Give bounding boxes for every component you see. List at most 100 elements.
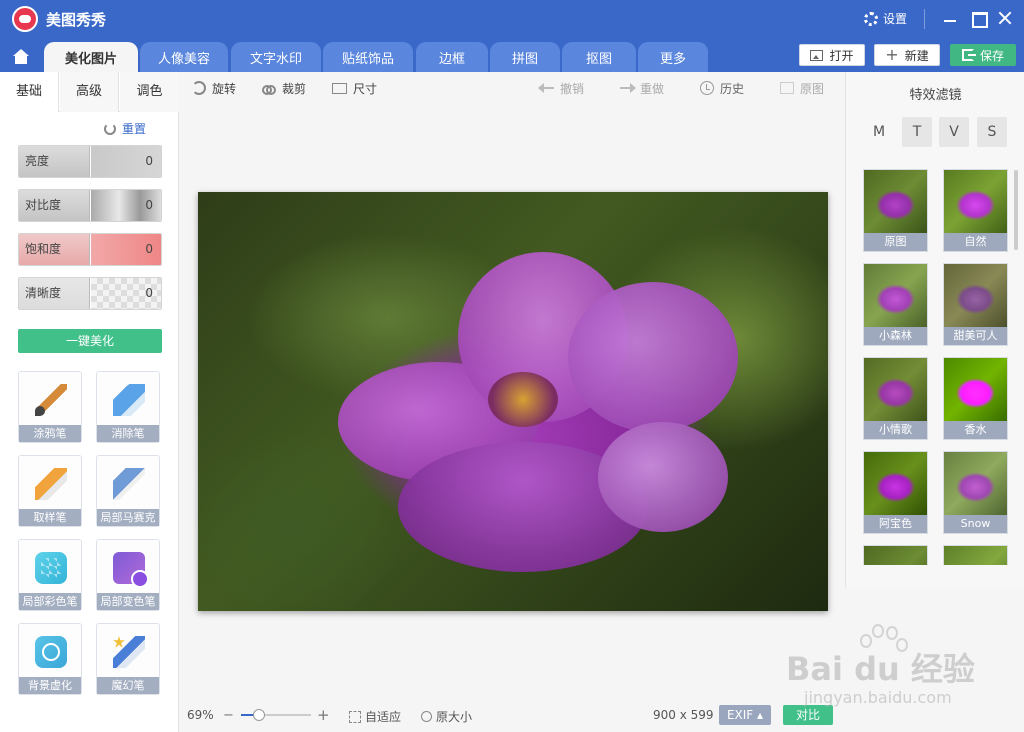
meitu-logo-icon <box>12 6 38 32</box>
reset-icon <box>104 122 116 135</box>
rotate-button[interactable]: 旋转 <box>192 79 236 97</box>
open-button[interactable]: 打开 <box>799 44 865 66</box>
filter-partial[interactable] <box>863 545 928 565</box>
flower-petal <box>568 282 738 432</box>
background-blur-tool[interactable]: 背景虚化 <box>18 623 82 695</box>
close-icon[interactable] <box>996 9 1014 27</box>
sharpness-slider[interactable]: 清晰度 0 <box>18 277 162 310</box>
filter-sweet[interactable]: 甜美可人 <box>943 263 1008 346</box>
subtab-basic[interactable]: 基础 <box>0 72 59 112</box>
zoom-out-button[interactable]: − <box>223 708 234 723</box>
local-mosaic-tool[interactable]: 局部马赛克 <box>96 455 160 527</box>
undo-label: 撤销 <box>560 81 585 96</box>
tab-more[interactable]: 更多 <box>638 42 708 72</box>
tab-cutout[interactable]: 抠图 <box>562 42 636 72</box>
filter-small-forest[interactable]: 小森林 <box>863 263 928 346</box>
eraser-icon <box>113 384 145 416</box>
contrast-slider[interactable]: 对比度 0 <box>18 189 162 222</box>
rotate-icon <box>192 81 206 95</box>
photo-canvas[interactable] <box>198 192 828 611</box>
zoom-slider-handle[interactable] <box>252 709 265 721</box>
magnifier-icon <box>421 711 432 722</box>
image-icon <box>780 82 794 94</box>
filter-label: 香水 <box>944 421 1007 439</box>
sample-pen-tool[interactable]: 取样笔 <box>18 455 82 527</box>
new-button[interactable]: + 新建 <box>874 44 940 66</box>
reset-label: 重置 <box>122 122 147 136</box>
doodle-pen-tool[interactable]: 涂鸦笔 <box>18 371 82 443</box>
one-click-beautify-button[interactable]: 一键美化 <box>18 329 162 353</box>
filter-tab-m[interactable]: M <box>864 117 894 147</box>
zoom-in-button[interactable]: + <box>317 706 330 724</box>
filter-tab-t[interactable]: T <box>902 117 932 147</box>
recolor-icon <box>113 552 149 588</box>
effects-panel: 特效滤镜 M T V S 原图 自然 小森林 甜美可人 小情歌 香水 阿宝色 S… <box>845 72 1024 587</box>
exif-button[interactable]: EXIF ▴ <box>719 705 771 725</box>
sharpness-value: 0 <box>145 286 153 300</box>
tool-label: 魔幻笔 <box>97 677 159 694</box>
filter-thumbnail <box>864 452 927 516</box>
local-recolor-pen-tool[interactable]: 局部变色笔 <box>96 539 160 611</box>
tool-label: 取样笔 <box>19 509 81 526</box>
filter-perfume[interactable]: 香水 <box>943 357 1008 440</box>
subtab-tone[interactable]: 调色 <box>120 72 179 112</box>
open-label: 打开 <box>829 48 854 63</box>
crop-button[interactable]: 裁剪 <box>262 79 306 97</box>
filter-abao[interactable]: 阿宝色 <box>863 451 928 534</box>
tab-border[interactable]: 边框 <box>416 42 488 72</box>
redo-button[interactable]: 重做 <box>620 79 664 97</box>
filter-tab-s[interactable]: S <box>977 117 1007 147</box>
settings-button[interactable]: 设置 <box>864 10 907 27</box>
history-button[interactable]: 历史 <box>700 79 744 97</box>
filter-snow[interactable]: Snow <box>943 451 1008 534</box>
saturation-slider[interactable]: 饱和度 0 <box>18 233 162 266</box>
image-open-icon <box>810 49 824 61</box>
subtab-advanced[interactable]: 高级 <box>60 72 119 112</box>
reset-button[interactable]: 重置 <box>104 120 146 137</box>
filter-partial[interactable] <box>943 545 1008 565</box>
sharpness-label: 清晰度 <box>19 278 90 309</box>
eraser-pen-tool[interactable]: 消除笔 <box>96 371 160 443</box>
original-button[interactable]: 原图 <box>780 79 824 97</box>
home-icon[interactable] <box>6 42 34 72</box>
crop-label: 裁剪 <box>282 81 307 96</box>
filter-scrollbar[interactable] <box>1014 170 1018 250</box>
fit-to-window-button[interactable]: 自适应 <box>349 708 401 725</box>
filter-thumbnail <box>944 170 1007 234</box>
filter-original[interactable]: 原图 <box>863 169 928 252</box>
undo-button[interactable]: 撤销 <box>538 79 585 97</box>
original-size-button[interactable]: 原大小 <box>421 708 472 725</box>
resize-button[interactable]: 尺寸 <box>332 79 377 97</box>
tool-label: 消除笔 <box>97 425 159 442</box>
tool-label: 涂鸦笔 <box>19 425 81 442</box>
tab-portrait[interactable]: 人像美容 <box>140 42 228 72</box>
tab-collage[interactable]: 拼图 <box>490 42 560 72</box>
tab-beautify[interactable]: 美化图片 <box>44 42 138 72</box>
filter-thumbnail <box>864 546 927 565</box>
filter-thumbnail <box>864 358 927 422</box>
save-button[interactable]: 保存 <box>950 44 1016 66</box>
filter-nature[interactable]: 自然 <box>943 169 1008 252</box>
contrast-value: 0 <box>145 198 153 212</box>
fit-label: 自适应 <box>365 710 402 724</box>
zoom-slider[interactable] <box>241 709 311 721</box>
minimize-icon[interactable] <box>941 9 959 27</box>
local-color-pen-tool[interactable]: 局部彩色笔 <box>18 539 82 611</box>
original-label: 原图 <box>800 81 825 96</box>
filter-label: 自然 <box>944 233 1007 251</box>
brightness-slider[interactable]: 亮度 0 <box>18 145 162 178</box>
filter-label: 小森林 <box>864 327 927 345</box>
tab-stickers[interactable]: 贴纸饰品 <box>323 42 413 72</box>
tool-label: 背景虚化 <box>19 677 81 694</box>
filter-love-song[interactable]: 小情歌 <box>863 357 928 440</box>
filter-thumbnail <box>944 452 1007 516</box>
tool-label: 局部马赛克 <box>97 509 159 526</box>
magic-pen-tool[interactable]: 魔幻笔 <box>96 623 160 695</box>
main-tab-bar: 美化图片 人像美容 文字水印 贴纸饰品 边框 拼图 抠图 更多 打开 + 新建 … <box>0 38 1024 72</box>
maximize-icon[interactable] <box>969 9 988 28</box>
filter-tab-v[interactable]: V <box>939 117 969 147</box>
gear-icon <box>864 11 878 26</box>
filter-label: 阿宝色 <box>864 515 927 533</box>
tab-text-watermark[interactable]: 文字水印 <box>231 42 321 72</box>
settings-label: 设置 <box>883 12 908 26</box>
